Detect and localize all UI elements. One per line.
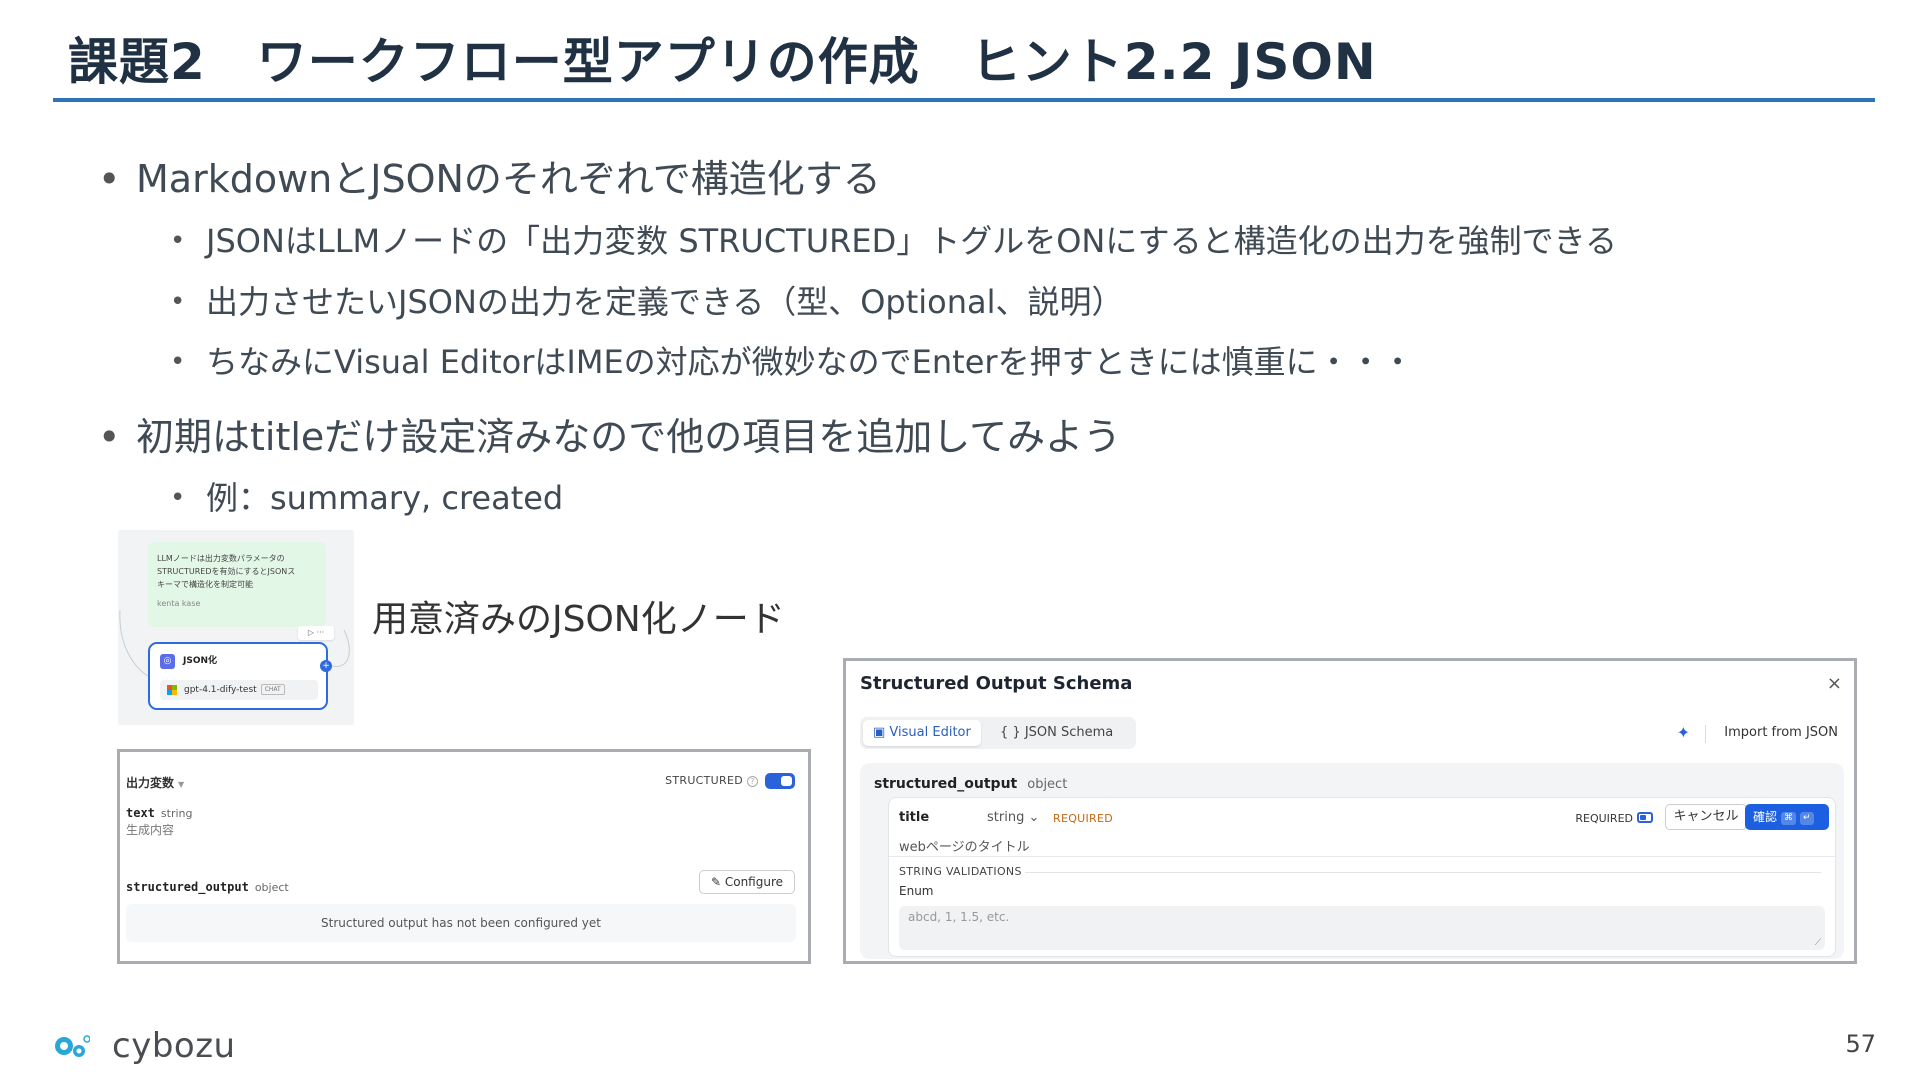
configure-button[interactable]: ✎ Configure [699,870,795,894]
cancel-button[interactable]: キャンセル [1665,804,1747,830]
variable-type: string [160,807,193,820]
model-name: gpt-4.1-dify-test [184,685,257,695]
llm-node-icon: ◎ [160,654,175,669]
bullet-text: ちなみにVisual EditorはIMEの対応が微妙なのでEnterを押すとき… [206,343,1414,381]
bullet-text: 出力させたいJSONの出力を定義できる（型、Optional、説明） [206,283,1124,321]
note-card[interactable]: LLMノードは出力変数パラメータの STRUCTUREDを有効にするとJSONス… [148,542,326,627]
microsoft-logo-icon [167,685,177,695]
divider [1705,725,1706,743]
root-field-name: structured_output [874,776,1018,792]
cybozu-logo-mark-icon [55,1035,90,1057]
note-author: kenta kase [157,599,201,608]
bullet-text: 初期はtitleだけ設定済みなので他の項目を追加してみよう [136,415,1122,459]
llm-node-title: JSON化 [183,656,218,666]
variable-type: object [254,881,289,894]
title-rule [53,98,1875,102]
field-type: string [987,810,1025,825]
caret-down-icon: ▼ [178,780,185,789]
bullet-dot: • [170,347,186,377]
variable-row: structured_output object [126,876,289,895]
add-node-handle-icon[interactable]: + [320,660,332,672]
bullet-dot: • [170,287,186,317]
caption: 用意済みのJSON化ノード [372,599,785,640]
sub-bullet-item: • ちなみにVisual EditorはIMEの対応が微妙なのでEnterを押すと… [170,337,1414,383]
pencil-icon: ✎ [710,875,725,889]
schema-dialog: Structured Output Schema × ▣ Visual Edit… [843,658,1857,964]
confirm-label: 確認 [1753,810,1778,824]
braces-icon: { } [1000,725,1025,740]
bullet-dot: • [170,226,186,256]
variable-row: text string [126,802,192,821]
close-icon[interactable]: × [1827,673,1842,694]
editor-tab-strip: ▣ Visual Editor { } JSON Schema [860,717,1136,749]
import-from-json-button[interactable]: Import from JSON [1724,725,1838,740]
confirm-button[interactable]: 確認 ⌘ ↵ [1745,804,1829,830]
slide-title: 課題2 ワークフロー型アプリの作成 ヒント2.2 JSON [68,33,1377,91]
structured-toggle[interactable] [765,773,795,789]
structured-label: STRUCTURED? [665,774,758,787]
string-validations-label: STRING VALIDATIONS [899,865,1022,878]
variable-name: text [126,806,155,820]
command-key-icon: ⌘ [1781,812,1797,825]
bullet-dot: • [170,483,186,513]
divider [1025,872,1821,873]
divider [889,856,1835,857]
tab-visual-editor[interactable]: ▣ Visual Editor [863,720,981,746]
field-editor-card: title string ⌄ REQUIRED REQUIRED キャンセル 確… [888,797,1836,957]
bullet-item: • 初期はtitleだけ設定済みなので他の項目を追加してみよう [98,406,1121,461]
sub-bullet-item: • 例：summary, created [170,473,563,519]
enum-input[interactable] [899,906,1825,950]
more-actions-button[interactable]: ▷ ··· [298,626,334,640]
output-variables-label[interactable]: 出力変数 ▼ [126,774,184,791]
chevron-down-icon: ⌄ [1024,810,1040,825]
editor-icon: ▣ [873,725,890,740]
schema-body: structured_output object title string ⌄ R… [860,763,1844,959]
enter-key-icon: ↵ [1800,812,1814,825]
logo-text: cybozu [112,1026,236,1066]
bullet-dot: • [98,157,121,201]
node-thumbnail: LLMノードは出力変数パラメータの STRUCTUREDを有効にするとJSONス… [118,530,354,725]
field-type-select[interactable]: string ⌄ [987,810,1039,825]
sub-bullet-item: • JSONはLLMノードの「出力変数 STRUCTURED」トグルをONにすると… [170,216,1617,262]
tab-label: JSON Schema [1024,725,1114,740]
configure-label: Configure [724,875,784,889]
required-toggle-label: REQUIRED [1575,812,1633,825]
enum-label: Enum [899,884,934,898]
field-description[interactable]: webページのタイトル [899,836,1030,855]
info-icon[interactable]: ? [747,776,758,787]
field-name[interactable]: title [899,810,929,825]
model-selector[interactable]: gpt-4.1-dify-test CHAT [160,680,318,700]
bullet-text: MarkdownとJSONのそれぞれで構造化する [136,157,881,201]
required-tag: REQUIRED [1053,812,1114,825]
page-number: 57 [1845,1030,1876,1058]
output-variables-text: 出力変数 [126,776,175,790]
tab-json-schema[interactable]: { } JSON Schema [990,720,1123,746]
bullet-text: JSONはLLMノードの「出力変数 STRUCTURED」トグルをONにすると構… [206,222,1618,260]
structured-text: STRUCTURED [665,774,743,787]
sub-bullet-item: • 出力させたいJSONの出力を定義できる（型、Optional、説明） [170,277,1124,323]
output-variables-panel: 出力変数 ▼ STRUCTURED? text string 生成内容 struct… [117,749,811,964]
root-field-type: object [1027,777,1068,792]
sparkle-icon[interactable]: ✦ [1677,723,1690,742]
chat-badge: CHAT [260,684,285,695]
required-toggle[interactable] [1637,812,1653,823]
note-line: STRUCTUREDを有効にするとJSONス [157,567,296,576]
dialog-title: Structured Output Schema [860,673,1133,694]
resize-grip-icon[interactable]: ⟋ [1815,938,1821,948]
note-line: キーマで構造化を制定可能 [157,580,253,589]
bullet-item: • MarkdownとJSONのそれぞれで構造化する [98,148,881,203]
root-field-row: structured_output object [874,773,1067,792]
llm-node[interactable]: ◎ JSON化 gpt-4.1-dify-test CHAT [148,642,328,710]
bullet-dot: • [98,415,121,459]
tab-label: Visual Editor [889,725,971,740]
bullet-text: 例：summary, created [206,479,564,517]
variable-description: 生成内容 [126,823,175,837]
empty-state-message: Structured output has not been configure… [126,904,796,942]
note-line: LLMノードは出力変数パラメータの [157,554,285,563]
variable-name: structured_output [126,880,249,894]
